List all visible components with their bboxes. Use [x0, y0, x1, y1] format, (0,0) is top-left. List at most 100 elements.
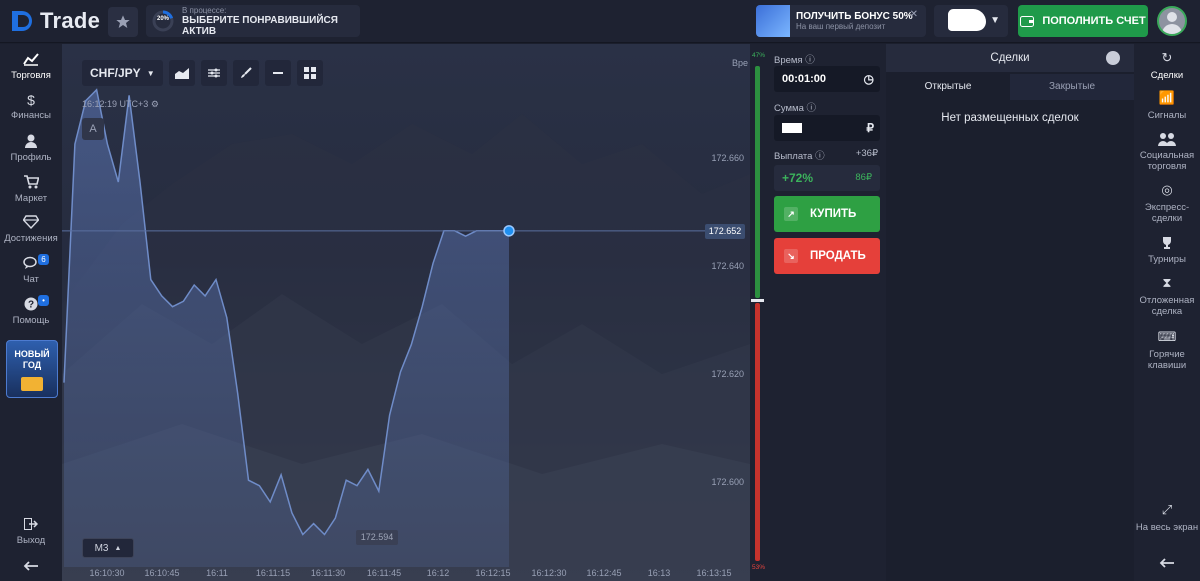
deals-tabs: Открытые Закрытые	[886, 74, 1134, 100]
deposit-button[interactable]: ПОПОЛНИТЬ СЧЕТ	[1018, 5, 1148, 37]
sell-button[interactable]: ↘ ПРОДАТЬ	[774, 238, 880, 274]
chart-area[interactable]: CHF/JPY ▼ 16:12:19 UTC+3 ⚙ A M3 ▲ Вре 17…	[62, 44, 750, 581]
rightnav-item-pending[interactable]: ⧗ Отложенная сделка	[1134, 275, 1200, 317]
tab-closed[interactable]: Закрытые	[1010, 74, 1134, 100]
rightnav-label: Турниры	[1148, 254, 1186, 265]
info-icon[interactable]: ⓘ	[805, 55, 815, 66]
expand-icon: ⤢	[1161, 502, 1173, 517]
deals-icon: ↻	[1161, 50, 1173, 65]
sidebar-item-chat[interactable]: 6 Чат	[0, 254, 62, 285]
logo-icon	[12, 11, 32, 31]
rightnav-label: Экспресс-сделки	[1144, 202, 1190, 224]
new-year-promo[interactable]: НОВЫЙ ГОД	[6, 340, 58, 398]
sidebar-item-label: Профиль	[10, 152, 52, 163]
x-tick: 16:11	[206, 568, 228, 578]
hourglass-icon: ⧗	[1162, 275, 1172, 290]
favorites-button[interactable]	[108, 7, 138, 37]
sentiment-up-value: 47%	[752, 52, 766, 59]
rightnav-item-express[interactable]: ◎ Экспресс-сделки	[1134, 183, 1200, 224]
x-tick: 16:10:45	[144, 568, 180, 578]
amount-input[interactable]: ₽	[774, 115, 880, 141]
rightnav-item-hotkeys[interactable]: ⌨ Горячие клавиши	[1134, 330, 1200, 371]
deals-header: Сделки	[886, 44, 1134, 72]
top-bar: Trade 20% В процессе: ВЫБЕРИТЕ ПОНРАВИВШ…	[0, 0, 1200, 43]
buy-button[interactable]: ↗ КУПИТЬ	[774, 196, 880, 232]
bonus-title: ПОЛУЧИТЬ БОНУС 50%	[796, 11, 913, 22]
arrow-up-right-icon: ↗	[784, 207, 798, 221]
trade-panel: Время ⓘ 00:01:00 ◷ Сумма ⓘ ₽ Выплата ⓘ +…	[766, 44, 886, 581]
info-icon[interactable]: ⓘ	[815, 151, 825, 162]
x-tick: 16:12:45	[586, 568, 622, 578]
drawing-button[interactable]	[232, 60, 259, 86]
currency-icon[interactable]: ₽	[866, 115, 874, 141]
clock-icon[interactable]: ◷	[864, 66, 874, 92]
indicators-button[interactable]	[200, 60, 227, 86]
fullscreen-label: На весь экран	[1135, 522, 1199, 533]
layout-button[interactable]	[296, 60, 323, 86]
logout-icon	[0, 517, 62, 533]
rightnav-item-deals[interactable]: ↻ Сделки	[1134, 50, 1200, 81]
payout-amount: 86₽	[855, 172, 872, 183]
area-chart-icon	[174, 68, 189, 79]
rightnav-label: Социальная торговля	[1139, 150, 1195, 172]
price-chart	[62, 88, 705, 568]
x-tick: 16:12:30	[531, 568, 567, 578]
progress-card[interactable]: 20% В процессе: ВЫБЕРИТЕ ПОНРАВИВШИЙСЯ А…	[146, 5, 360, 37]
time-input[interactable]: 00:01:00 ◷	[774, 66, 880, 92]
progress-ring: 20%	[152, 10, 174, 32]
asset-selector[interactable]: CHF/JPY ▼	[82, 60, 163, 86]
rightnav-item-social[interactable]: Социальная торговля	[1134, 132, 1200, 172]
sidebar-item-label: Финансы	[11, 110, 51, 121]
buy-label: КУПИТЬ	[810, 208, 857, 220]
svg-text:?: ?	[28, 300, 34, 311]
logout-label: Выход	[16, 535, 46, 546]
x-tick: 16:11:45	[366, 568, 402, 578]
logo[interactable]: Trade	[10, 8, 100, 34]
help-icon: ?	[0, 297, 62, 313]
account-selector[interactable]: ▼	[934, 5, 1008, 37]
close-icon[interactable]: ✕	[910, 9, 918, 20]
arrow-left-icon	[1134, 558, 1200, 574]
list-icon[interactable]	[1106, 51, 1120, 65]
x-tick: 16:10:30	[89, 568, 125, 578]
current-price-tag: 172.652	[705, 223, 745, 239]
time-column-label: Вре	[732, 58, 749, 68]
rightnav-item-tournaments[interactable]: Турниры	[1134, 236, 1200, 265]
sidebar-item-help[interactable]: ? • Помощь	[0, 295, 62, 326]
promo-line2: ГОД	[22, 360, 42, 370]
bonus-banner[interactable]: ПОЛУЧИТЬ БОНУС 50% На ваш первый депозит…	[756, 5, 926, 37]
timeframe-selector[interactable]: M3 ▲	[82, 538, 134, 558]
sidebar-item-trading[interactable]: Торговля	[0, 52, 62, 81]
sidebar-item-market[interactable]: Маркет	[0, 175, 62, 204]
fullscreen-button[interactable]: ⤢ На весь экран	[1134, 502, 1200, 533]
chart-type-button[interactable]	[168, 60, 195, 86]
chart-clock: 16:12:19 UTC+3 ⚙	[82, 99, 159, 110]
min-price-label: 172.594	[356, 530, 398, 545]
signal-icon: 📶	[1158, 90, 1176, 105]
sidebar-item-achievements[interactable]: Достижения	[0, 215, 62, 244]
collapse-right-button[interactable]	[1134, 558, 1200, 576]
chevron-down-icon: ▼	[146, 68, 155, 78]
indicator-toggle-button[interactable]: A	[82, 118, 104, 140]
avatar[interactable]	[1157, 6, 1187, 36]
time-label: Время ⓘ	[774, 52, 815, 66]
sidebar-item-finance[interactable]: $ Финансы	[0, 92, 62, 121]
collapse-sidebar-button[interactable]	[0, 558, 62, 576]
sidebar-item-profile[interactable]: Профиль	[0, 134, 62, 163]
settings-gear-icon[interactable]: ⚙	[151, 99, 159, 109]
rightnav-item-signals[interactable]: 📶 Сигналы	[1134, 90, 1200, 121]
right-sidebar: ↻ Сделки 📶 Сигналы Социальная торговля ◎…	[1134, 44, 1200, 581]
line-tool-button[interactable]	[264, 60, 291, 86]
x-tick: 16:13:15	[696, 568, 732, 578]
rightnav-label: Сделки	[1150, 70, 1184, 81]
cart-icon	[0, 175, 62, 191]
chevron-up-icon: ▲	[114, 544, 122, 552]
grid-icon	[303, 67, 316, 79]
info-icon[interactable]: ⓘ	[807, 103, 817, 114]
tab-open[interactable]: Открытые	[886, 74, 1010, 100]
y-tick: 172.620	[711, 369, 744, 379]
deposit-label: ПОПОЛНИТЬ СЧЕТ	[1042, 15, 1146, 27]
sidebar-item-label: Торговля	[11, 70, 51, 81]
logout-button[interactable]: Выход	[0, 517, 62, 546]
amount-label: Сумма ⓘ	[774, 100, 816, 114]
